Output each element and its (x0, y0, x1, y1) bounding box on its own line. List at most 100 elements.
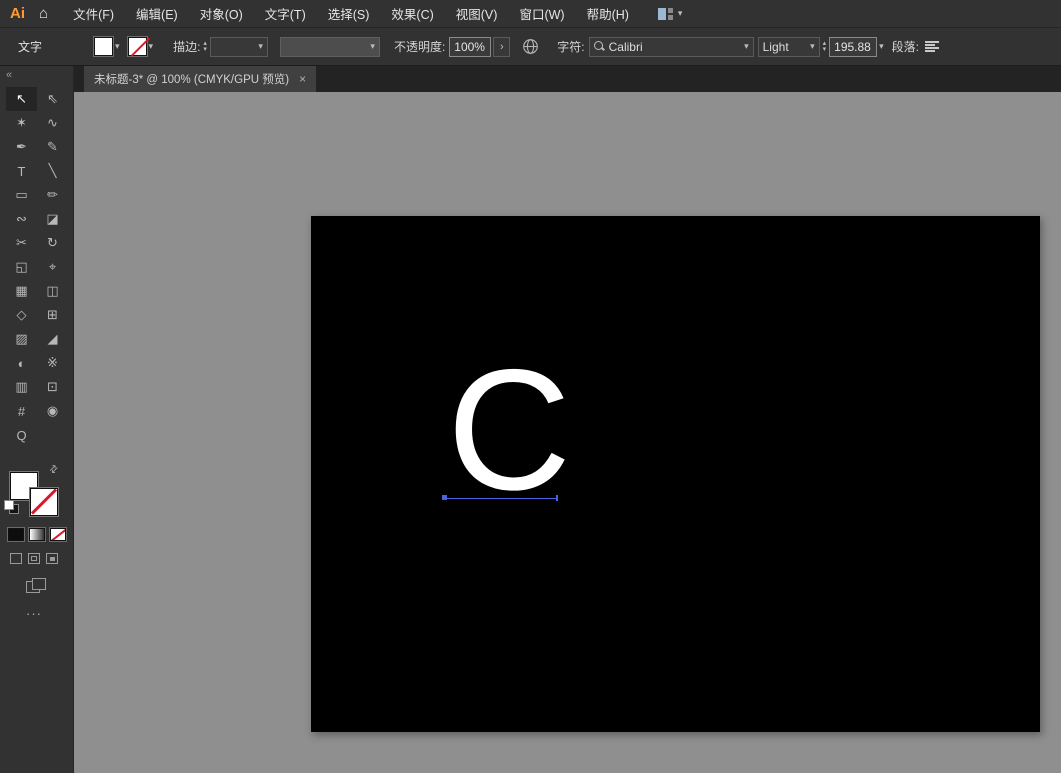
scissors-tool[interactable]: ✂ (6, 231, 37, 255)
tool-icon: ▦ (15, 283, 27, 299)
magic-wand-tool[interactable]: ✶ (6, 111, 37, 135)
illustrator-logo[interactable]: Ai (0, 5, 35, 22)
tool-icon: ✎ (47, 139, 58, 155)
column-graph-tool[interactable]: ▥ (6, 375, 37, 399)
opacity-input[interactable] (449, 37, 491, 57)
menu-select[interactable]: 选择(S) (317, 4, 381, 23)
stepper-down-icon[interactable]: ▾ (203, 47, 207, 52)
font-name-value: Calibri (609, 40, 643, 54)
artboard[interactable]: C (311, 216, 1040, 732)
pen-tool[interactable]: ✒ (6, 135, 37, 159)
eraser-tool[interactable]: ◪ (37, 207, 68, 231)
toolbar-panel: « ↖ ⇖ ✶ ∿ ✒ ✎ T ╲ ▭ ✏ ∾ (0, 66, 74, 773)
mesh-tool[interactable]: ⊞ (37, 303, 68, 327)
workspace-icon (658, 8, 673, 20)
symbol-sprayer-tool[interactable]: ※ (37, 351, 68, 375)
text-anchor-handle[interactable] (442, 495, 447, 500)
draw-normal-mode-button[interactable] (10, 553, 22, 564)
font-size-input[interactable] (829, 37, 877, 57)
font-style-value: Light (763, 40, 789, 54)
color-button[interactable] (8, 528, 24, 541)
close-icon[interactable]: × (299, 72, 306, 86)
line-segment-tool[interactable]: ╲ (37, 159, 68, 183)
tool-icon: ◉ (47, 403, 58, 419)
tool-icon: ◢ (48, 331, 58, 347)
stroke-color-control[interactable]: ▾ (128, 37, 154, 56)
text-object-letter[interactable]: C (447, 344, 571, 516)
artboard-tool[interactable]: ⊡ (37, 375, 68, 399)
stepper-down-icon[interactable]: ▾ (823, 47, 827, 52)
none-button[interactable] (50, 528, 66, 541)
gradient-button[interactable] (29, 528, 45, 541)
fill-swatch[interactable] (94, 37, 113, 56)
type-tool[interactable]: T (6, 159, 37, 183)
default-fill-stroke-icon[interactable] (4, 500, 19, 513)
curvature-tool[interactable]: ✎ (37, 135, 68, 159)
direct-selection-tool[interactable]: ⇖ (37, 87, 68, 111)
stroke-swatch[interactable] (128, 37, 147, 56)
font-style-dropdown[interactable]: Light ▾ (758, 37, 820, 57)
selection-tool[interactable]: ↖ (6, 87, 37, 111)
menu-effect[interactable]: 效果(C) (380, 4, 444, 23)
eyedropper-tool[interactable]: ◢ (37, 327, 68, 351)
draw-inside-mode-button[interactable] (46, 553, 58, 564)
edit-toolbar-button[interactable]: ··· (26, 606, 42, 621)
stroke-weight-stepper[interactable]: ▴ ▾ (203, 41, 207, 52)
canvas-area[interactable]: C (74, 92, 1061, 773)
chevron-down-icon: ▾ (149, 41, 154, 52)
align-left-icon[interactable] (925, 41, 939, 53)
tool-icon: ✂ (16, 235, 27, 251)
shaper-tool[interactable]: ∾ (6, 207, 37, 231)
lasso-tool[interactable]: ∿ (37, 111, 68, 135)
stroke-color-swatch[interactable] (30, 488, 58, 516)
recolor-artwork-icon[interactable] (522, 38, 539, 55)
shape-builder-tool[interactable]: ◫ (37, 279, 68, 303)
chevron-down-icon[interactable]: ▾ (879, 41, 884, 52)
tools-grid: ↖ ⇖ ✶ ∿ ✒ ✎ T ╲ ▭ ✏ ∾ ◪ (6, 87, 73, 447)
home-icon[interactable]: ⌂ (35, 5, 62, 22)
rectangle-tool[interactable]: ▭ (6, 183, 37, 207)
chevron-down-icon: ▾ (115, 41, 120, 52)
width-tool[interactable]: ⌖ (37, 255, 68, 279)
hand-tool[interactable]: ◉ (37, 399, 68, 423)
font-size-stepper[interactable]: ▴ ▾ (823, 41, 827, 52)
blend-tool[interactable]: ◐ (6, 351, 37, 375)
tool-icon: ⌖ (49, 259, 56, 275)
menu-window[interactable]: 窗口(W) (508, 4, 575, 23)
variable-width-profile-dropdown: ▾ (280, 37, 380, 57)
document-tab[interactable]: 未标题-3* @ 100% (CMYK/GPU 预览) × (84, 66, 316, 92)
slice-tool[interactable]: # (6, 399, 37, 423)
rotate-tool[interactable]: ↻ (37, 231, 68, 255)
opacity-label: 不透明度: (394, 38, 445, 55)
screen-mode-button[interactable] (26, 578, 44, 592)
document-tab-bar: 未标题-3* @ 100% (CMYK/GPU 预览) × (74, 66, 1061, 92)
zoom-tool[interactable]: Q (6, 423, 37, 447)
menu-file[interactable]: 文件(F) (62, 4, 125, 23)
perspective-grid-tool[interactable]: ◇ (6, 303, 37, 327)
gradient-tool[interactable]: ▨ (6, 327, 37, 351)
free-transform-tool[interactable]: ▦ (6, 279, 37, 303)
opacity-options-chevron[interactable]: › (493, 37, 510, 57)
collapse-panel-button[interactable]: « (0, 66, 73, 81)
scale-tool[interactable]: ◱ (6, 255, 37, 279)
fill-color-control[interactable]: ▾ (94, 37, 120, 56)
menu-view[interactable]: 视图(V) (445, 4, 509, 23)
tool-icon: ◱ (15, 259, 27, 275)
tool-icon: ◫ (46, 283, 58, 299)
menu-help[interactable]: 帮助(H) (576, 4, 640, 23)
tool-icon: ✒ (16, 139, 27, 155)
menu-object[interactable]: 对象(O) (189, 4, 254, 23)
paragraph-label: 段落: (892, 38, 919, 55)
swap-fill-stroke-icon[interactable]: ⇄ (47, 463, 61, 477)
tool-icon: ⊡ (47, 379, 58, 395)
tool-icon: Q (16, 428, 26, 443)
menu-type[interactable]: 文字(T) (254, 4, 317, 23)
draw-behind-mode-button[interactable] (28, 553, 40, 564)
font-family-combo[interactable]: Calibri ▾ (589, 37, 754, 57)
workspace-switcher[interactable]: ▾ (658, 8, 683, 20)
text-baseline-indicator (445, 498, 557, 499)
paintbrush-tool[interactable]: ✏ (37, 183, 68, 207)
stroke-weight-dropdown[interactable]: ▾ (210, 37, 268, 57)
menu-edit[interactable]: 编辑(E) (125, 4, 189, 23)
tool-icon: ⇖ (47, 91, 58, 107)
